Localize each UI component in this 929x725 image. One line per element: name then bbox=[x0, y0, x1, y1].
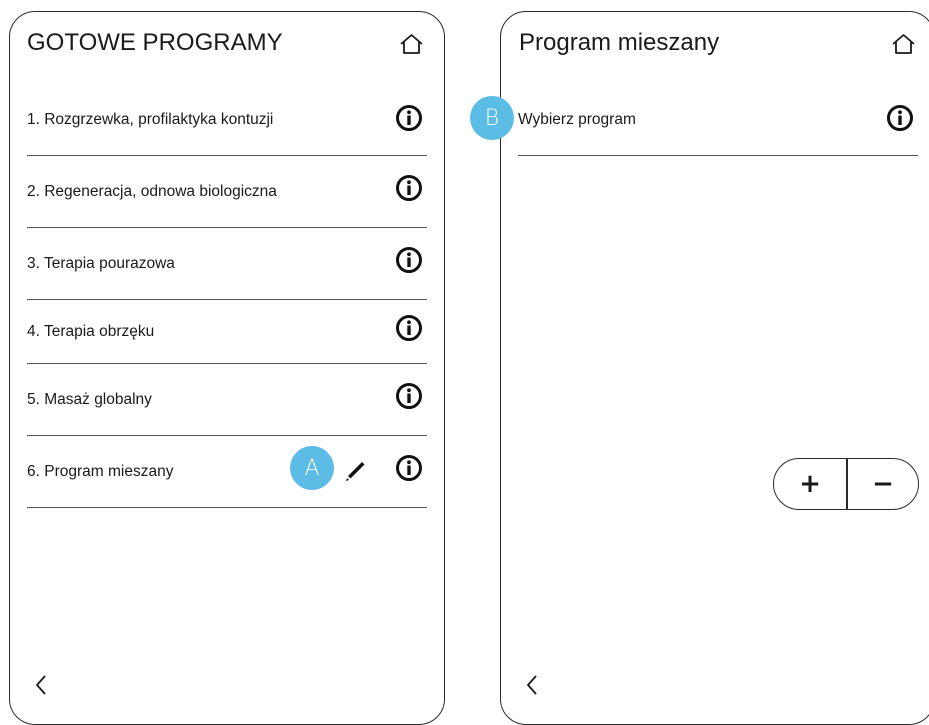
pencil-icon[interactable] bbox=[341, 455, 369, 483]
chevron-left-icon[interactable] bbox=[525, 674, 539, 696]
list-item-program-2[interactable]: 2. Regeneracja, odnowa biologiczna bbox=[27, 156, 427, 228]
info-icon[interactable] bbox=[395, 104, 423, 132]
info-icon[interactable] bbox=[395, 454, 423, 482]
chevron-left-icon[interactable] bbox=[34, 674, 48, 696]
list-item-program-4[interactable]: 4. Terapia obrzęku bbox=[27, 300, 427, 364]
list-item-select-program[interactable]: Wybierz program bbox=[518, 84, 918, 156]
info-icon[interactable] bbox=[886, 104, 914, 132]
home-icon[interactable] bbox=[399, 33, 424, 55]
list-item-label: 5. Masaż globalny bbox=[27, 390, 152, 408]
callout-badge-a: A bbox=[290, 446, 334, 490]
page-title: Program mieszany bbox=[519, 29, 720, 56]
mixed-program-screen: Program mieszany Wybierz program + − bbox=[500, 11, 929, 725]
decrement-button[interactable]: − bbox=[847, 459, 919, 509]
list-item-label: 4. Terapia obrzęku bbox=[27, 322, 155, 340]
list-item-label: 1. Rozgrzewka, profilaktyka kontuzji bbox=[27, 110, 274, 128]
home-icon[interactable] bbox=[891, 33, 916, 55]
list-item-label: 2. Regeneracja, odnowa biologiczna bbox=[27, 182, 277, 200]
list-item-program-3[interactable]: 3. Terapia pourazowa bbox=[27, 228, 427, 300]
list-item-label: 6. Program mieszany bbox=[27, 462, 174, 480]
list-item-program-5[interactable]: 5. Masaż globalny bbox=[27, 364, 427, 436]
ready-programs-screen: GOTOWE PROGRAMY 1. Rozgrzewka, profilakt… bbox=[9, 11, 445, 725]
info-icon[interactable] bbox=[395, 314, 423, 342]
list-item-label: Wybierz program bbox=[518, 110, 636, 128]
callout-badge-b: B bbox=[470, 96, 514, 140]
info-icon[interactable] bbox=[395, 382, 423, 410]
info-icon[interactable] bbox=[395, 246, 423, 274]
list-item-program-1[interactable]: 1. Rozgrzewka, profilaktyka kontuzji bbox=[27, 84, 427, 156]
page-title: GOTOWE PROGRAMY bbox=[27, 29, 283, 56]
increment-button[interactable]: + bbox=[774, 459, 846, 509]
list-item-program-6[interactable]: 6. Program mieszany A bbox=[27, 436, 427, 508]
quantity-stepper: + − bbox=[773, 458, 919, 510]
info-icon[interactable] bbox=[395, 174, 423, 202]
list-item-label: 3. Terapia pourazowa bbox=[27, 254, 175, 272]
